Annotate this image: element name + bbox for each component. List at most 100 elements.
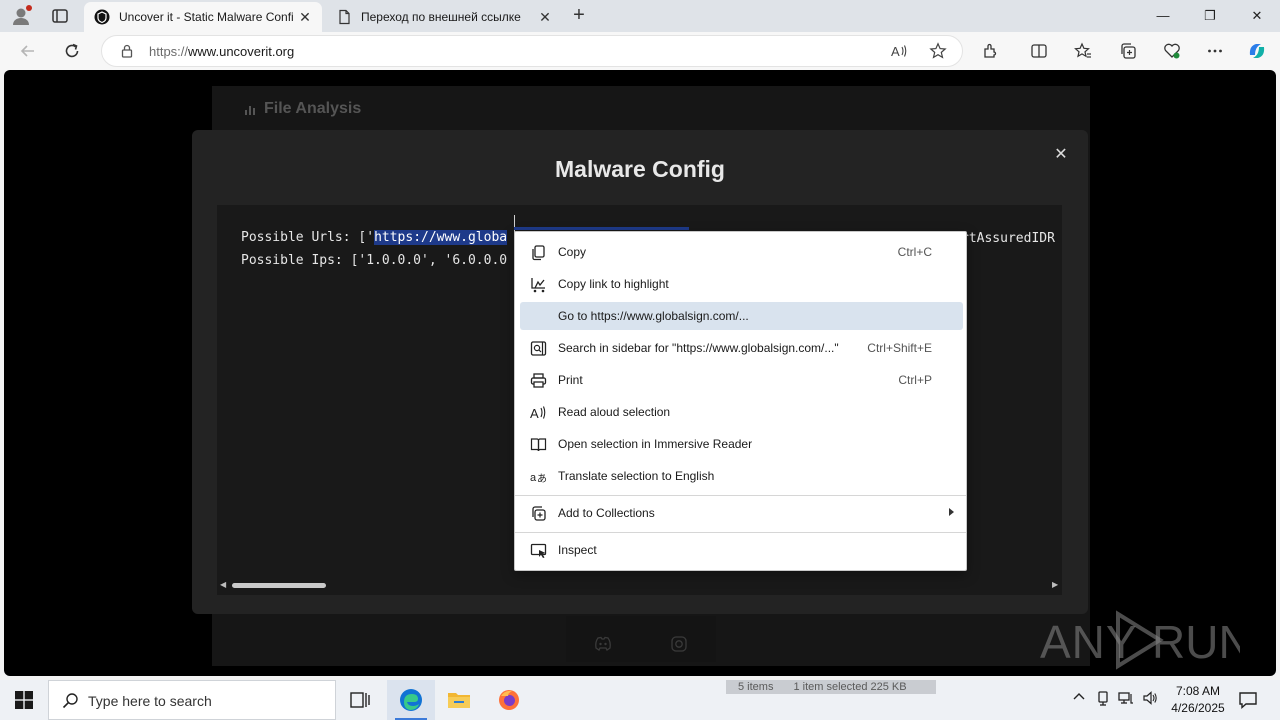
url-text: https://www.uncoverit.org: [149, 44, 294, 59]
svg-text:a: a: [530, 472, 537, 484]
urls-tail: rtAssuredIDR: [961, 231, 1055, 246]
minimize-button[interactable]: —: [1140, 0, 1186, 32]
url-scheme: https://: [149, 44, 189, 59]
menu-item-label: Translate selection to English: [558, 469, 715, 483]
taskbar-file-explorer[interactable]: [435, 680, 483, 720]
task-view-icon: [350, 692, 370, 708]
show-hidden-icons-icon[interactable]: [1070, 690, 1088, 710]
collections-icon[interactable]: [1117, 40, 1139, 62]
new-tab-button[interactable]: +: [569, 5, 589, 26]
more-options-icon[interactable]: [1204, 40, 1226, 62]
favorites-icon[interactable]: [1072, 40, 1094, 62]
menu-item-go-to-link[interactable]: Go to https://www.globalsign.com/...: [520, 302, 963, 330]
firefox-icon: [499, 690, 519, 710]
menu-item-translate[interactable]: aあ Translate selection to English: [520, 462, 963, 490]
explorer-status-bar: 5 items 1 item selected 225 KB: [726, 680, 936, 694]
copilot-icon[interactable]: [1246, 40, 1268, 62]
scrollbar-thumb[interactable]: [232, 583, 326, 588]
device-icon[interactable]: [1094, 690, 1112, 710]
menu-item-label: Copy: [558, 245, 587, 259]
menu-item-shortcut: Ctrl+P: [898, 373, 932, 387]
svg-text:RUN: RUN: [1152, 616, 1240, 668]
tab-actions-icon: [52, 9, 68, 23]
menu-item-label: Inspect: [558, 543, 597, 557]
system-clock[interactable]: 7:08 AM 4/26/2025: [1160, 683, 1236, 717]
start-button[interactable]: [0, 680, 48, 720]
horizontal-scrollbar[interactable]: ◀ ▶: [217, 580, 1062, 590]
link-highlight-icon: [531, 278, 545, 293]
menu-item-shortcut: Ctrl+Shift+E: [867, 341, 932, 355]
menu-item-shortcut: Ctrl+C: [897, 245, 932, 259]
browser-essentials-icon[interactable]: [1161, 40, 1183, 62]
menu-item-copy[interactable]: Copy Ctrl+C: [520, 238, 963, 266]
footer-social-bar: [566, 616, 716, 662]
search-placeholder: Type here to search: [88, 693, 212, 709]
menu-item-print[interactable]: Print Ctrl+P: [520, 366, 963, 394]
notification-center-icon[interactable]: [1238, 690, 1258, 710]
notification-dot: [26, 5, 32, 11]
split-screen-icon[interactable]: [1028, 40, 1050, 62]
menu-item-label: Open selection in Immersive Reader: [558, 437, 753, 451]
maximize-button[interactable]: ❐: [1187, 0, 1233, 32]
navigation-bar: https://www.uncoverit.org A: [0, 32, 1280, 70]
menu-item-search-in-sidebar[interactable]: Search in sidebar for "https://www.globa…: [520, 334, 963, 362]
close-tab-icon[interactable]: ✕: [538, 10, 552, 24]
close-tab-icon[interactable]: ✕: [298, 10, 312, 24]
svg-text:あ: あ: [537, 473, 547, 485]
svg-text:ANY: ANY: [1040, 616, 1138, 668]
menu-item-inspect[interactable]: Inspect: [520, 536, 963, 564]
back-icon[interactable]: [17, 40, 39, 62]
network-icon[interactable]: [1117, 690, 1135, 710]
selection-highlight: [514, 227, 689, 230]
lock-icon[interactable]: [120, 44, 134, 58]
menu-item-label: Read aloud selection: [558, 405, 671, 419]
search-icon: [62, 693, 78, 709]
menu-item-label: Copy link to highlight: [558, 277, 669, 291]
close-window-button[interactable]: ✕: [1234, 0, 1280, 32]
menu-item-label: Search in sidebar for "https://www.globa…: [558, 341, 839, 355]
anyrun-watermark-logo: ANY RUN: [1040, 610, 1240, 670]
collections-icon: [532, 506, 546, 521]
taskbar-search-box[interactable]: Type here to search: [48, 680, 336, 720]
immersive-reader-icon: [530, 438, 547, 452]
discord-icon[interactable]: [594, 636, 612, 652]
menu-item-immersive-reader[interactable]: Open selection in Immersive Reader: [520, 430, 963, 458]
tab-uncoverit[interactable]: Uncover it - Static Malware Confi ✕: [84, 2, 322, 32]
scroll-left-icon[interactable]: ◀: [220, 581, 228, 589]
taskbar-firefox[interactable]: [485, 680, 533, 720]
taskbar-edge[interactable]: [387, 680, 435, 720]
ips-line: Possible Ips: ['1.0.0.0', '6.0.0.0: [241, 253, 508, 268]
menu-item-label: Add to Collections: [558, 506, 655, 520]
refresh-icon[interactable]: [61, 40, 83, 62]
modal-title: Malware Config: [555, 156, 725, 182]
tab-external-link[interactable]: Переход по внешней ссылке ✕: [326, 2, 562, 32]
windows-logo-icon: [15, 691, 33, 709]
page-icon: [339, 9, 350, 25]
favorite-star-icon[interactable]: [928, 42, 948, 62]
address-bar[interactable]: https://www.uncoverit.org A: [101, 35, 963, 67]
tab-actions-button[interactable]: [51, 7, 69, 25]
menu-item-copy-link-to-highlight[interactable]: Copy link to highlight: [520, 270, 963, 298]
volume-icon[interactable]: [1141, 690, 1159, 710]
read-aloud-icon: A: [530, 406, 546, 421]
profile-avatar[interactable]: [10, 5, 32, 27]
task-view-button[interactable]: [336, 680, 384, 720]
clock-time: 7:08 AM: [1175, 684, 1221, 698]
svg-text:A: A: [530, 406, 539, 421]
browser-tab-bar: Uncover it - Static Malware Confi ✕ Пере…: [0, 0, 1280, 32]
scroll-right-icon[interactable]: ▶: [1052, 581, 1060, 589]
instagram-icon[interactable]: [670, 636, 688, 652]
menu-item-add-to-collections[interactable]: Add to Collections: [520, 499, 963, 527]
section-title: File Analysis: [264, 100, 362, 117]
read-aloud-page-icon[interactable]: A: [889, 42, 909, 62]
urls-line: Possible Urls: ['https://www.globa: [241, 230, 508, 245]
menu-item-read-aloud[interactable]: A Read aloud selection: [520, 398, 963, 426]
close-icon[interactable]: ✕: [1054, 147, 1068, 163]
print-icon: [530, 373, 547, 388]
sidebar-search-icon: [530, 341, 547, 356]
urls-prefix: Possible Urls: [': [241, 230, 375, 245]
tab-title: Uncover it - Static Malware Confi: [119, 10, 294, 24]
selected-url-text[interactable]: https://www.globa: [374, 230, 508, 245]
extensions-icon[interactable]: [980, 40, 1002, 62]
uncoverit-favicon: [94, 9, 110, 25]
